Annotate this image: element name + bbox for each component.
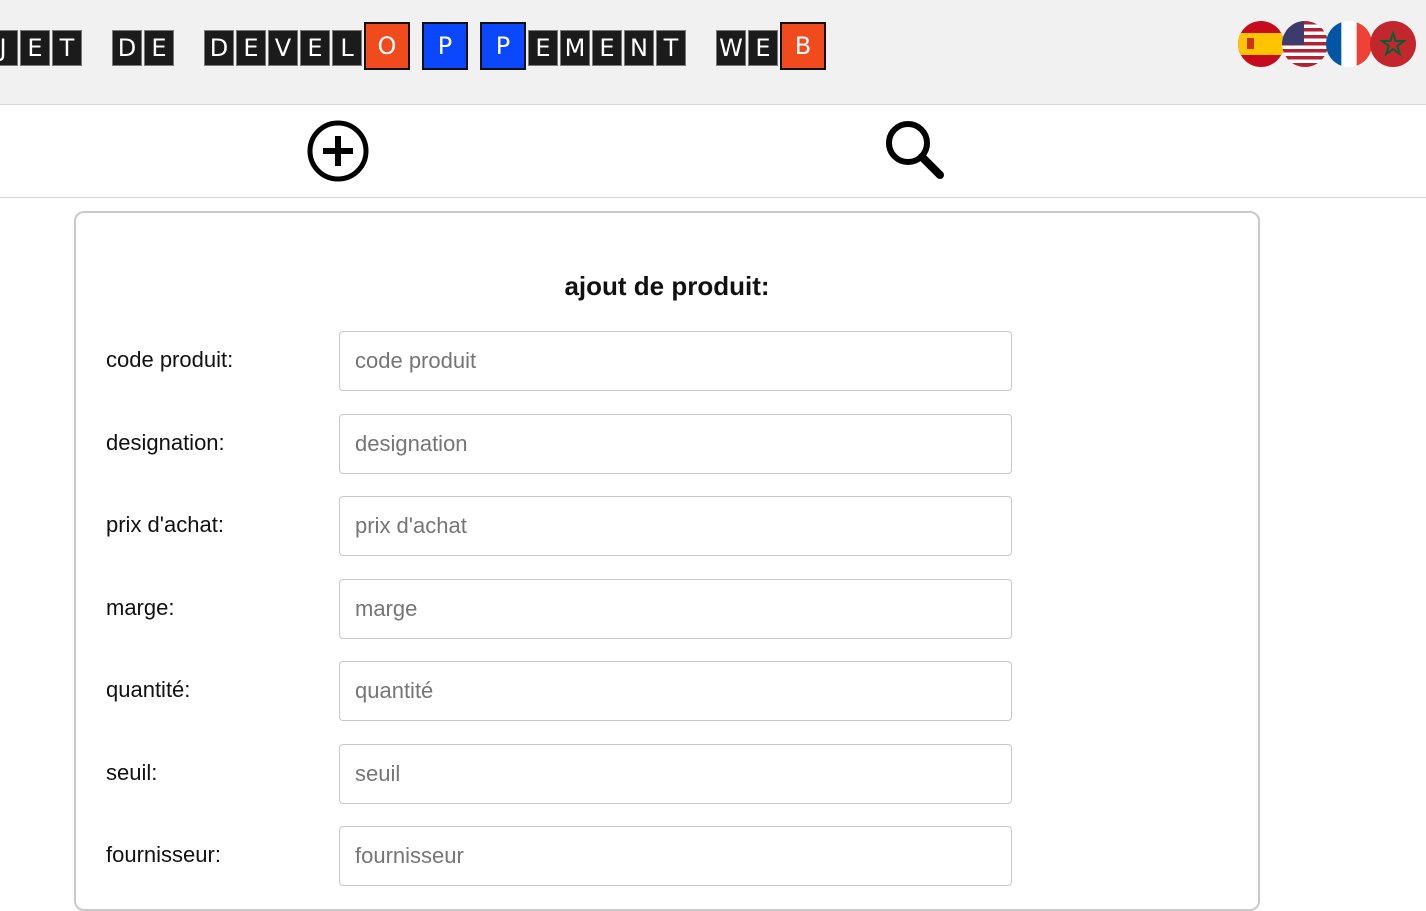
add-product-form: ajout de produit: code produit: designat… [74, 211, 1260, 911]
field-label: prix d'achat: [106, 512, 224, 537]
spain-flag-icon[interactable] [1238, 21, 1284, 67]
title-letter: E [20, 30, 50, 66]
title-letter: M [560, 30, 590, 66]
title-letter-highlight: P [480, 22, 526, 70]
field-quantite: quantité: [76, 661, 1258, 721]
title-word-4: W E B [716, 0, 828, 70]
title-letter: E [236, 30, 266, 66]
field-prix-achat: prix d'achat: [76, 496, 1258, 556]
title-letter: E [528, 30, 558, 66]
usa-flag-icon[interactable] [1282, 21, 1328, 67]
header: J E T D E D E V E L O P P E M E N T W E … [0, 0, 1426, 105]
title-word-2: D E [112, 0, 176, 66]
designation-input[interactable] [339, 414, 1012, 474]
site-title: J E T D E D E V E L O P P E M E N T W E … [0, 0, 856, 104]
title-letter: E [300, 30, 330, 66]
field-label: quantité: [106, 677, 191, 702]
title-letter: J [0, 30, 18, 66]
title-letter: W [716, 30, 746, 66]
title-letter-highlight: O [364, 22, 410, 70]
language-switcher [1238, 21, 1416, 67]
field-fournisseur: fournisseur: [76, 826, 1258, 886]
title-letter: V [268, 30, 298, 66]
title-letter-highlight: B [780, 22, 826, 70]
search-icon [886, 121, 944, 179]
title-letter: E [748, 30, 778, 66]
add-product-button[interactable] [302, 115, 374, 187]
fournisseur-input[interactable] [339, 826, 1012, 886]
field-label: seuil: [106, 760, 158, 785]
title-word-3: D E V E L O P P E M E N T [204, 0, 688, 70]
france-flag-icon[interactable] [1326, 21, 1372, 67]
field-label: marge: [106, 595, 175, 620]
title-letter: T [52, 30, 82, 66]
form-title: ajout de produit: [564, 271, 770, 301]
plus-circle-icon [307, 120, 369, 182]
field-label: designation: [106, 430, 225, 455]
seuil-input[interactable] [339, 744, 1012, 804]
title-letter: E [144, 30, 174, 66]
code-produit-input[interactable] [339, 331, 1012, 391]
title-letter: D [112, 30, 142, 66]
title-letter: E [592, 30, 622, 66]
prix-achat-input[interactable] [339, 496, 1012, 556]
field-designation: designation: [76, 414, 1258, 474]
toolbar [0, 105, 1426, 198]
title-letter: N [624, 30, 654, 66]
search-product-button[interactable] [878, 115, 950, 187]
field-label: code produit: [106, 347, 234, 372]
title-letter: T [656, 30, 686, 66]
title-word-1: J E T [0, 0, 84, 66]
morocco-flag-icon[interactable] [1370, 21, 1416, 67]
field-marge: marge: [76, 579, 1258, 639]
field-seuil: seuil: [76, 744, 1258, 804]
field-code-produit: code produit: [76, 331, 1258, 391]
marge-input[interactable] [339, 579, 1012, 639]
title-letter: L [332, 30, 362, 66]
title-letter-highlight: P [422, 22, 468, 70]
title-letter: D [204, 30, 234, 66]
quantite-input[interactable] [339, 661, 1012, 721]
field-label: fournisseur: [106, 842, 221, 867]
